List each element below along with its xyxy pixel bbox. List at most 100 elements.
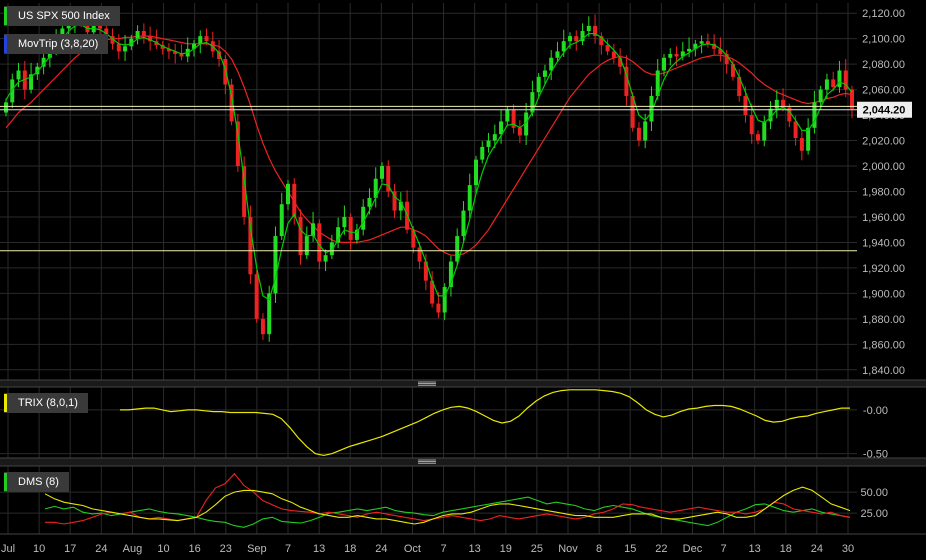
candle-body [643, 121, 648, 141]
price-y-tick-label: 1,980.00 [862, 187, 905, 199]
candle-body [850, 89, 854, 109]
price-y-tick-label: 2,080.00 [862, 59, 905, 71]
candle-body [461, 210, 466, 237]
movtrip-series-label-text: MovTrip (3,8,20) [18, 38, 99, 50]
price-y-tick-label: 1,920.00 [862, 263, 905, 275]
x-tick-label: Oct [404, 543, 421, 555]
movtrip-series-label[interactable]: MovTrip (3,8,20) [4, 34, 109, 54]
x-tick-label: 18 [344, 543, 356, 555]
candle-body [806, 127, 811, 151]
candle-body [774, 99, 779, 109]
dms-y-tick-label: 25.00 [860, 508, 888, 520]
trix-series-label[interactable]: TRIX (8,0,1) [4, 393, 88, 413]
candle-body [668, 53, 673, 58]
candle-body [574, 36, 579, 42]
candle-body [198, 36, 203, 44]
candle-body [674, 53, 679, 57]
candle-body [536, 76, 541, 93]
x-tick-label: 7 [720, 543, 726, 555]
candle-body [818, 89, 823, 103]
x-tick-label: 19 [500, 543, 512, 555]
candle-body [762, 121, 767, 141]
x-tick-label: 30 [842, 543, 854, 555]
x-tick-label: Nov [558, 543, 578, 555]
dms-y-tick-label: 50.00 [860, 487, 888, 499]
price-y-tick-label: 1,840.00 [862, 365, 905, 377]
candle-body [555, 51, 560, 58]
x-tick-label: 7 [440, 543, 446, 555]
x-tick-label: 24 [375, 543, 387, 555]
x-tick-label: 23 [220, 543, 232, 555]
x-tick-label: 13 [469, 543, 481, 555]
price-y-tick-label: 1,900.00 [862, 288, 905, 300]
candle-body [367, 197, 372, 207]
candle-body [311, 223, 316, 237]
price-y-tick-label: 2,120.00 [862, 8, 905, 20]
x-tick-label: 16 [189, 543, 201, 555]
x-tick-label: 25 [531, 543, 543, 555]
candle-body [756, 134, 760, 141]
candle-body [98, 25, 102, 29]
candle-body [467, 185, 472, 211]
series-color-swatch [4, 7, 7, 25]
candle-body [436, 303, 441, 313]
candle-body [4, 102, 8, 113]
x-tick-label: Aug [123, 543, 143, 555]
dms-series-label-text: DMS (8) [18, 476, 59, 488]
current-value-label: 2,044.20 [863, 105, 906, 117]
candle-body [298, 216, 303, 256]
candle-body [824, 79, 829, 90]
x-tick-label: 24 [95, 543, 107, 555]
series-color-swatch [4, 473, 7, 491]
candle-body [442, 287, 447, 313]
x-tick-label: 13 [749, 543, 761, 555]
candle-body [292, 183, 297, 217]
candle-body [361, 206, 366, 230]
pane-splitter[interactable] [0, 380, 926, 387]
pane-splitter[interactable] [0, 458, 926, 466]
x-tick-label: 15 [624, 543, 636, 555]
candle-body [793, 121, 798, 139]
x-tick-label: 24 [811, 543, 823, 555]
price-y-tick-label: 1,940.00 [862, 237, 905, 249]
x-tick-label: 7 [285, 543, 291, 555]
x-tick-label: Sep [247, 543, 267, 555]
candle-body [135, 31, 140, 39]
candle-body [480, 146, 485, 160]
candle-body [304, 236, 309, 256]
candle-body [561, 41, 566, 52]
price-y-tick-label: 1,880.00 [862, 314, 905, 326]
candle-body [123, 46, 128, 52]
x-tick-label: 8 [596, 543, 602, 555]
x-tick-label: 17 [64, 543, 76, 555]
candle-body [380, 166, 384, 179]
candle-body [586, 25, 591, 32]
trix-series-label-text: TRIX (8,0,1) [18, 397, 78, 409]
candle-body [260, 318, 265, 335]
candle-body [505, 109, 510, 122]
price-y-tick-label: 2,060.00 [862, 85, 905, 97]
price-series-label[interactable]: US SPX 500 Index [4, 6, 120, 26]
candle-body [486, 140, 491, 147]
candle-body [568, 36, 572, 42]
price-series-label-text: US SPX 500 Index [18, 10, 110, 22]
dms-series-label[interactable]: DMS (8) [4, 472, 69, 492]
candle-body [743, 95, 748, 116]
candle-body [699, 41, 704, 44]
price-y-tick-label: 2,100.00 [862, 34, 905, 46]
candle-body [455, 236, 460, 262]
price-y-tick-label: 1,860.00 [862, 339, 905, 351]
candle-body [749, 115, 754, 135]
x-tick-label: Dec [683, 543, 703, 555]
series-color-swatch [4, 35, 7, 53]
candle-body [799, 138, 804, 151]
candle-body [116, 43, 121, 52]
x-tick-label: Jul [1, 543, 15, 555]
candle-body [831, 79, 836, 88]
price-y-tick-label: 2,000.00 [862, 161, 905, 173]
x-tick-label: 18 [780, 543, 792, 555]
candle-body [204, 36, 209, 42]
x-tick-label: 13 [313, 543, 325, 555]
candle-body [662, 57, 666, 71]
candle-body [636, 127, 641, 141]
